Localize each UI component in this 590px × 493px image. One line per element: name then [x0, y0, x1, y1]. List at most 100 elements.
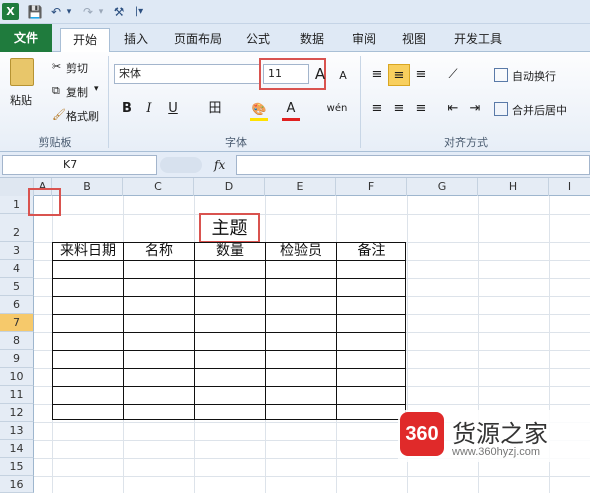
customize-toolbar-icon[interactable]: |▾	[132, 3, 146, 21]
font-name-select[interactable]: 宋体	[114, 64, 260, 84]
formula-bar-splitter[interactable]	[160, 157, 202, 173]
table-header-inspector[interactable]: 检验员	[266, 242, 336, 260]
row-header-10[interactable]: 10	[0, 368, 34, 386]
italic-button[interactable]: I	[138, 98, 160, 120]
table-header-remarks[interactable]: 备注	[337, 242, 406, 260]
cut-button[interactable]: 剪切	[66, 60, 88, 76]
undo-icon[interactable]: ↶	[48, 3, 64, 21]
table-rule	[52, 350, 406, 351]
formula-bar: K7 fx	[0, 152, 590, 178]
row-header-5[interactable]: 5	[0, 278, 34, 296]
font-group-label: 字体	[225, 136, 247, 149]
tab-data[interactable]: 数据	[292, 28, 332, 52]
align-right-icon[interactable]: ≡	[410, 98, 432, 120]
insert-function-icon[interactable]: fx	[214, 158, 225, 172]
table-rule	[265, 242, 266, 420]
table-rule	[52, 332, 406, 333]
table-rule	[52, 278, 406, 279]
column-header-d[interactable]: D	[194, 178, 265, 196]
font-color-icon[interactable]: A	[280, 98, 302, 120]
formula-input[interactable]	[236, 155, 590, 175]
tab-page-layout[interactable]: 页面布局	[166, 28, 230, 52]
column-header-e[interactable]: E	[265, 178, 336, 196]
table-rule	[52, 314, 406, 315]
table-header-quantity[interactable]: 数量	[195, 242, 265, 260]
redo-icon[interactable]: ↷	[80, 3, 96, 21]
save-icon[interactable]: 💾	[26, 3, 44, 21]
align-bottom-icon[interactable]: ≡	[410, 64, 432, 86]
merge-center-button[interactable]: 合并后居中	[512, 102, 567, 118]
alignment-group-label: 对齐方式	[444, 136, 488, 149]
column-header-h[interactable]: H	[478, 178, 549, 196]
row-header-13[interactable]: 13	[0, 422, 34, 440]
row-header-16[interactable]: 16	[0, 476, 34, 493]
paste-icon[interactable]	[10, 58, 34, 86]
table-rule	[52, 296, 406, 297]
fill-color-icon[interactable]: 🎨	[248, 98, 270, 120]
row-header-11[interactable]: 11	[0, 386, 34, 404]
row-header-3[interactable]: 3	[0, 242, 34, 260]
column-headers: A B C D E F G H I	[0, 178, 590, 196]
copy-menu-icon[interactable]: ▾	[94, 84, 99, 94]
column-header-f[interactable]: F	[336, 178, 407, 196]
increase-indent-icon[interactable]: ⇥	[464, 98, 486, 120]
wrap-text-button[interactable]: 自动换行	[512, 68, 556, 84]
tab-file[interactable]: 文件	[0, 24, 52, 52]
grow-font-icon[interactable]: A	[309, 63, 331, 85]
tab-insert[interactable]: 插入	[116, 28, 156, 52]
row-header-15[interactable]: 15	[0, 458, 34, 476]
merge-center-icon[interactable]	[494, 102, 508, 116]
row-header-12[interactable]: 12	[0, 404, 34, 422]
group-divider	[108, 56, 109, 148]
cut-icon[interactable]: ✂	[52, 60, 61, 73]
clipboard-group-label: 剪贴板	[38, 136, 72, 149]
format-painter-icon[interactable]: 🖌	[52, 108, 66, 121]
table-rule	[52, 368, 406, 369]
column-header-g[interactable]: G	[407, 178, 478, 196]
copy-icon[interactable]: ⧉	[52, 84, 60, 98]
row-header-7[interactable]: 7	[0, 314, 34, 332]
border-icon[interactable]: 田	[204, 98, 226, 120]
tab-view[interactable]: 视图	[394, 28, 434, 52]
align-center-icon[interactable]: ≡	[388, 98, 410, 120]
tab-review[interactable]: 审阅	[344, 28, 384, 52]
row-header-8[interactable]: 8	[0, 332, 34, 350]
tab-formulas[interactable]: 公式	[238, 28, 278, 52]
bold-button[interactable]: B	[116, 98, 138, 120]
format-painter-button[interactable]: 格式刷	[66, 108, 99, 124]
quick-style-icon[interactable]: ⚒	[110, 3, 128, 21]
align-top-icon[interactable]: ≡	[366, 64, 388, 86]
table-header-name[interactable]: 名称	[124, 242, 194, 260]
font-color-swatch	[282, 118, 300, 121]
row-header-14[interactable]: 14	[0, 440, 34, 458]
fill-color-swatch	[250, 118, 268, 121]
redo-menu-icon[interactable]: ▾	[96, 3, 106, 21]
column-header-b[interactable]: B	[52, 178, 123, 196]
table-rule	[52, 260, 406, 261]
undo-menu-icon[interactable]: ▾	[64, 3, 74, 21]
column-header-i[interactable]: I	[549, 178, 590, 196]
row-header-6[interactable]: 6	[0, 296, 34, 314]
decrease-indent-icon[interactable]: ⇤	[442, 98, 464, 120]
column-header-c[interactable]: C	[123, 178, 194, 196]
paste-button[interactable]: 粘贴	[10, 92, 32, 108]
align-middle-icon[interactable]: ≡	[388, 64, 410, 86]
shrink-font-icon[interactable]: A	[332, 65, 354, 87]
row-header-2[interactable]: 2	[0, 214, 34, 242]
phonetic-guide-icon[interactable]: wén	[324, 98, 350, 120]
tab-home[interactable]: 开始	[60, 28, 110, 53]
underline-button[interactable]: U	[162, 98, 184, 120]
excel-icon: X	[2, 3, 19, 20]
row-header-4[interactable]: 4	[0, 260, 34, 278]
watermark-title: 货源之家	[452, 420, 548, 448]
copy-button[interactable]: 复制	[66, 84, 88, 100]
watermark-url: www.360hyzj.com	[452, 446, 541, 458]
wrap-text-icon[interactable]	[494, 68, 508, 82]
ribbon-tabs: 文件 开始 插入 页面布局 公式 数据 审阅 视图 开发工具	[0, 24, 590, 53]
name-box[interactable]: K7	[2, 155, 157, 175]
tab-developer[interactable]: 开发工具	[446, 28, 510, 52]
align-left-icon[interactable]: ≡	[366, 98, 388, 120]
orientation-icon[interactable]: ⟋	[442, 64, 464, 86]
table-header-date[interactable]: 来料日期	[53, 242, 123, 260]
row-header-9[interactable]: 9	[0, 350, 34, 368]
